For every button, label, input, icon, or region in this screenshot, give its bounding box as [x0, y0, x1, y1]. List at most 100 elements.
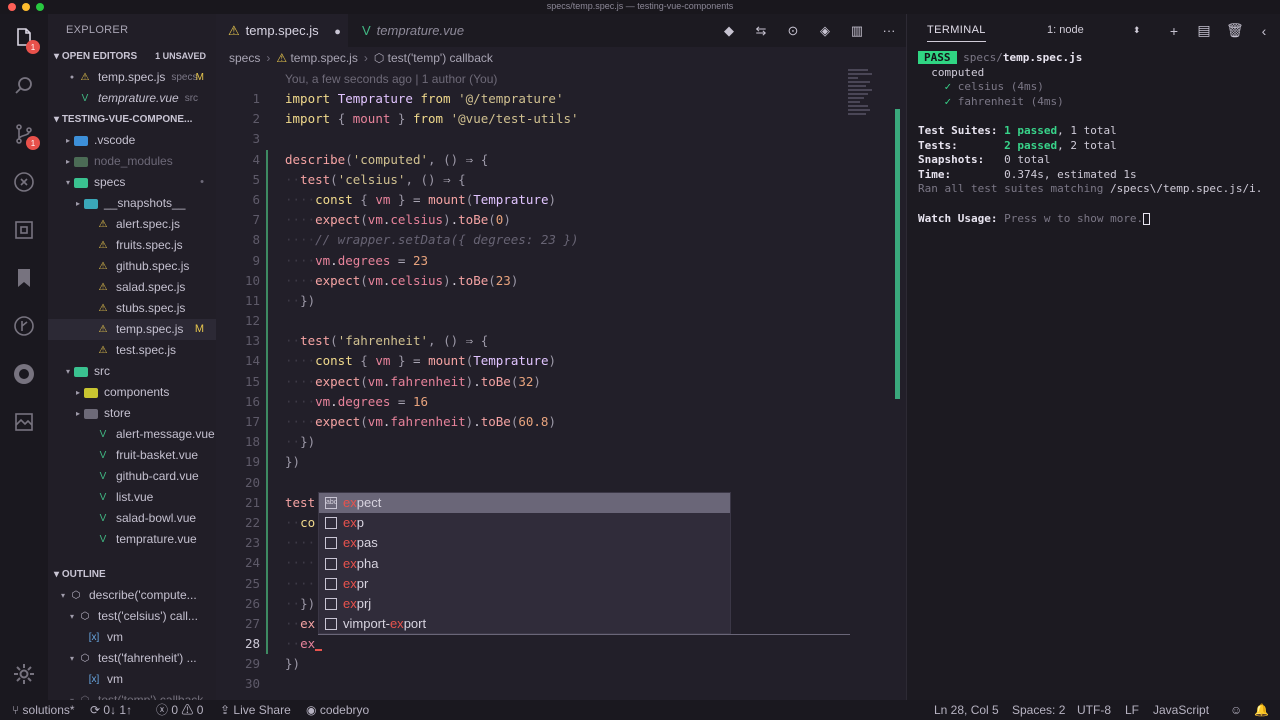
tree-item[interactable]: ⚠ temp.spec.js M [48, 319, 216, 340]
outline-item[interactable]: ▾⬡test('temp') callback [48, 690, 216, 700]
code-line[interactable]: 29}) [216, 654, 906, 674]
suggestion-item[interactable]: vimport-export [319, 614, 730, 634]
suggestion-item[interactable]: expha [319, 554, 730, 574]
code-line[interactable]: 10 ····expect(vm.celsius).toBe(23) [216, 270, 906, 291]
toggle-blame-icon[interactable]: ⊙ [782, 20, 804, 42]
tree-item[interactable]: ▸ store [48, 403, 216, 424]
outline-item[interactable]: ▾ ⬡ describe('compute... [48, 585, 216, 606]
tree-item[interactable]: Valert-message.vue [48, 424, 216, 445]
code-line[interactable]: 4 describe('computed', () ⇒ { [216, 149, 906, 170]
outline-item[interactable]: ▾ ⬡ test('celsius') call... [48, 606, 216, 627]
code-line[interactable]: 6 ····const { vm } = mount(Temprature) [216, 189, 906, 211]
code-line[interactable]: 28 ··ex [216, 634, 906, 655]
tab-temp-spec[interactable]: ⚠ temp.spec.js ● [216, 14, 348, 47]
unsaved-dot-icon[interactable]: ● [334, 26, 341, 38]
open-changes-icon[interactable]: ⇆ [750, 20, 772, 42]
code-line[interactable]: 5 ··test('celsius', () ⇒ { [216, 169, 906, 190]
code-line[interactable]: 20 [216, 472, 906, 493]
code-line[interactable]: 8 ····// wrapper.setData({ degrees: 23 }) [216, 230, 906, 251]
terminal-selector[interactable]: 1: node [1047, 14, 1084, 47]
outline-header[interactable]: ▾ OUTLINE [48, 564, 216, 585]
problems-status[interactable]: ⓧ 0 ⚠ 0 [156, 700, 203, 720]
breadcrumb-file[interactable]: temp.spec.js [290, 51, 357, 65]
code-line[interactable]: 2 import { mount } from '@vue/test-utils' [216, 109, 906, 129]
debug-icon[interactable] [10, 168, 38, 196]
tree-item[interactable]: ⚠ test.spec.js [48, 340, 216, 361]
code-line[interactable]: 3 [216, 129, 906, 149]
encoding-status[interactable]: UTF-8 [1077, 700, 1111, 720]
language-mode[interactable]: JavaScript [1153, 700, 1209, 720]
code-line[interactable]: 17 ····expect(vm.fahrenheit).toBe(60.8) [216, 412, 906, 433]
unsaved-dot-icon[interactable]: ● [66, 67, 78, 88]
github-user[interactable]: ◉ codebryo [306, 700, 369, 720]
tree-item[interactable]: ⚠ fruits.spec.js [48, 235, 216, 256]
branch-status[interactable]: ⑂ solutions* [12, 700, 75, 720]
code-line[interactable]: 1 import Temprature from '@/temprature' [216, 89, 906, 109]
breadcrumb-folder[interactable]: specs [229, 51, 260, 65]
git-compare-icon[interactable]: ◆ [718, 20, 740, 42]
code-line[interactable]: 16 ····vm.degrees = 16 [216, 391, 906, 412]
chevron-left-icon[interactable]: ‹ [1256, 23, 1272, 39]
gitlens-icon[interactable] [10, 312, 38, 340]
github-icon[interactable] [10, 360, 38, 388]
notification-bell-icon[interactable]: 🔔 [1254, 700, 1269, 720]
open-editors-header[interactable]: ▾ OPEN EDITORS 1 UNSAVED [48, 46, 216, 67]
tree-item[interactable]: Vfruit-basket.vue [48, 445, 216, 466]
explorer-icon[interactable]: 1 [10, 24, 40, 54]
tree-item[interactable]: ⚠ alert.spec.js [48, 214, 216, 235]
code-line[interactable]: 11 ··}) [216, 290, 906, 312]
indentation-status[interactable]: Spaces: 2 [1012, 700, 1065, 720]
split-editor-icon[interactable]: ▥ [846, 20, 868, 42]
tree-item[interactable]: ▸ node_modules [48, 151, 216, 172]
code-line[interactable]: 12 [216, 311, 906, 332]
outline-item[interactable]: [x] vm [48, 669, 216, 690]
outline-item[interactable]: [x] vm [48, 627, 216, 648]
search-icon[interactable] [10, 72, 38, 100]
source-control-icon[interactable]: 1 [10, 120, 40, 150]
tree-item[interactable]: ⚠ salad.spec.js [48, 277, 216, 298]
tree-item[interactable]: ▸ .vscode [48, 130, 216, 151]
tree-item[interactable]: ▾ specs • [48, 172, 216, 193]
extensions-icon[interactable] [10, 216, 38, 244]
tab-terminal[interactable]: TERMINAL [927, 14, 986, 47]
suggestion-item[interactable]: exprj [319, 594, 730, 614]
terminal-output[interactable]: PASS specs/temp.spec.js computed ✓ celsi… [918, 51, 1262, 226]
more-actions-icon[interactable]: ··· [878, 20, 900, 42]
minimap[interactable] [848, 69, 876, 129]
live-share-button[interactable]: ⇪ Live Share [220, 700, 291, 720]
git-commit-icon[interactable]: ◈ [814, 20, 836, 42]
chevron-updown-icon[interactable]: ⬍ [1133, 14, 1141, 47]
eol-status[interactable]: LF [1125, 700, 1139, 720]
tree-item[interactable]: ▾ src [48, 361, 216, 382]
code-line[interactable]: 14 ····const { vm } = mount(Temprature) [216, 351, 906, 372]
editor-scrollbar[interactable] [895, 109, 900, 399]
code-line[interactable]: 7 ····expect(vm.celsius).toBe(0) [216, 210, 906, 231]
suggestion-item[interactable]: abc expect [319, 493, 730, 514]
bookmark-icon[interactable] [10, 264, 38, 292]
tree-item[interactable]: Vlist.vue [48, 487, 216, 508]
sync-status[interactable]: ⟳ 0↓ 1↑ [90, 700, 132, 720]
tree-item[interactable]: ⚠ github.spec.js [48, 256, 216, 277]
tree-item[interactable]: ▸ __snapshots__ [48, 193, 216, 214]
settings-gear-icon[interactable] [10, 660, 38, 688]
new-terminal-icon[interactable]: + [1166, 23, 1182, 39]
tree-item[interactable]: Vgithub-card.vue [48, 466, 216, 487]
breadcrumb-symbol[interactable]: test('temp') callback [388, 51, 493, 65]
code-line[interactable]: 9 ····vm.degrees = 23 [216, 250, 906, 271]
code-line[interactable]: 13 ··test('fahrenheit', () ⇒ { [216, 331, 906, 352]
project-header[interactable]: ▾ TESTING-VUE-COMPONE... [48, 109, 216, 130]
tab-temprature-vue[interactable]: Vtemprature.vue [350, 14, 490, 47]
remote-explorer-icon[interactable] [10, 408, 38, 436]
split-terminal-icon[interactable]: ▤ [1196, 22, 1212, 39]
suggestion-item[interactable]: expr [319, 574, 730, 594]
open-editor-item[interactable]: ● ⚠ temp.spec.js specs M [48, 67, 216, 88]
trash-icon[interactable]: 🗑 [1226, 22, 1244, 39]
code-line[interactable]: 15 ····expect(vm.fahrenheit).toBe(32) [216, 371, 906, 392]
suggestion-item[interactable]: exp [319, 513, 730, 533]
outline-item[interactable]: ▾ ⬡ test('fahrenheit') ... [48, 648, 216, 669]
tree-item[interactable]: Vsalad-bowl.vue [48, 508, 216, 529]
code-line[interactable]: 30 [216, 674, 906, 694]
code-line[interactable]: 18 ··}) [216, 432, 906, 453]
tree-item[interactable]: ⚠ stubs.spec.js [48, 298, 216, 319]
feedback-icon[interactable]: ☺ [1230, 700, 1242, 720]
